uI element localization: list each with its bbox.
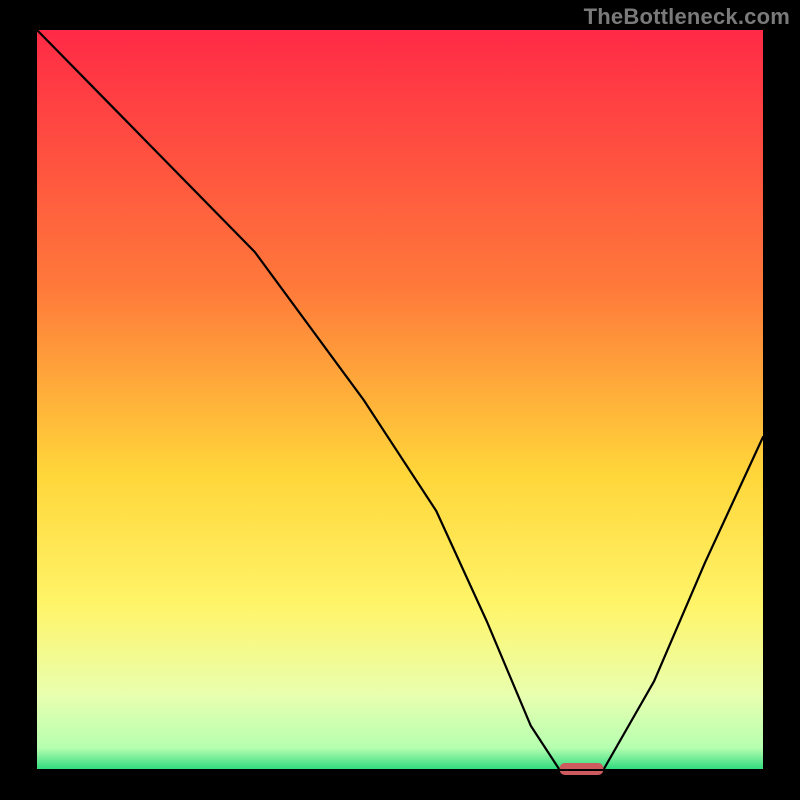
chart-frame: TheBottleneck.com — [0, 0, 800, 800]
bottleneck-chart — [0, 0, 800, 800]
watermark-text: TheBottleneck.com — [584, 4, 790, 30]
